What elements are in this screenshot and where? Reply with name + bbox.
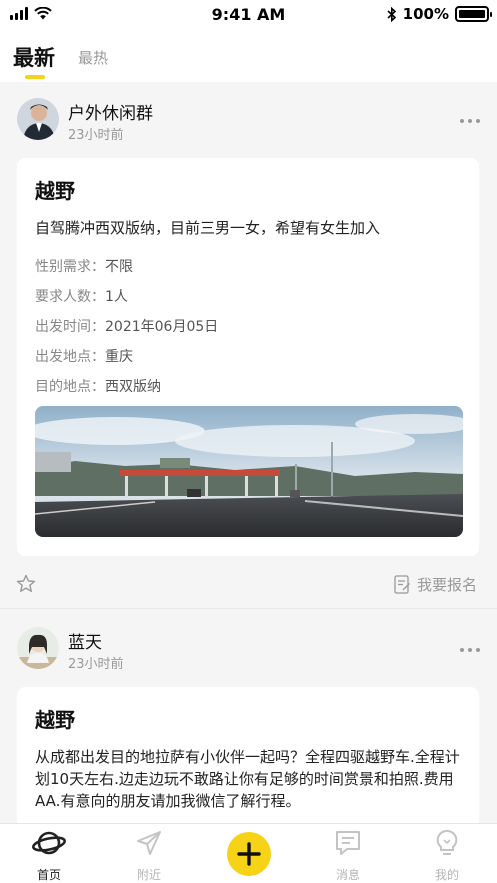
post-username[interactable]: 户外休闲群 — [68, 99, 153, 124]
battery-area: 100% — [387, 5, 492, 23]
tab-hot[interactable]: 最热 — [78, 47, 108, 68]
active-tab-indicator — [25, 75, 45, 79]
card-description: 从成都出发目的地拉萨有小伙伴一起吗？全程四驱越野车.全程计划10天左右.边走边玩… — [35, 748, 460, 810]
post-time: 23小时前 — [68, 128, 124, 143]
field-date: 出发时间：2021年06月05日 — [35, 319, 219, 335]
bluetooth-icon — [387, 6, 396, 22]
post-time: 23小时前 — [68, 657, 124, 672]
signup-button[interactable]: 我要报名 — [394, 574, 477, 595]
more-options-icon[interactable] — [460, 118, 480, 124]
nav-nearby[interactable]: 附近 — [109, 828, 189, 882]
planet-icon — [32, 831, 66, 855]
card-description: 自驾腾冲西双版纳，目前三男一女，希望有女生加入 — [35, 219, 381, 237]
signup-form-icon — [394, 575, 410, 594]
tab-latest[interactable]: 最新 — [13, 42, 55, 72]
battery-icon — [455, 6, 492, 22]
field-count: 要求人数：1人 — [35, 289, 128, 305]
publish-button[interactable] — [227, 832, 271, 876]
field-departure: 出发地点：重庆 — [35, 349, 133, 365]
field-destination: 目的地点：西双版纳 — [35, 379, 161, 395]
message-icon — [336, 831, 360, 855]
post-photo[interactable] — [35, 406, 463, 537]
post-actions: 我要报名 — [0, 566, 497, 606]
activity-card[interactable]: 越野 自驾腾冲西双版纳，目前三男一女，希望有女生加入 性别需求：不限 要求人数：… — [17, 158, 479, 556]
nav-messages[interactable]: 消息 — [308, 828, 388, 882]
card-title: 越野 — [35, 179, 75, 203]
more-options-icon[interactable] — [460, 647, 480, 653]
battery-percent: 100% — [402, 5, 449, 23]
card-title: 越野 — [35, 708, 75, 732]
nav-home[interactable]: 首页 — [9, 828, 89, 882]
plus-icon — [237, 842, 261, 866]
post-username[interactable]: 蓝天 — [68, 628, 102, 653]
post-card: 蓝天 23小时前 越野 从成都出发目的地拉萨有小伙伴一起吗？全程四驱越野车.全程… — [0, 611, 497, 847]
feed-tabs: 最新 最热 — [0, 30, 497, 82]
nav-label-messages: 消息 — [335, 868, 360, 882]
status-bar: 9:41 AM 100% — [0, 0, 497, 30]
avatar[interactable] — [17, 627, 59, 669]
signup-label: 我要报名 — [416, 576, 477, 594]
nav-label-mine: 我的 — [434, 868, 459, 882]
avatar[interactable] — [17, 98, 59, 140]
post-card: 户外休闲群 23小时前 越野 自驾腾冲西双版纳，目前三男一女，希望有女生加入 性… — [0, 82, 497, 610]
bottom-navigation: 首页 附近 消息 我的 — [0, 823, 497, 883]
nav-label-nearby: 附近 — [136, 868, 161, 882]
nav-label-home: 首页 — [36, 868, 61, 882]
bulb-icon — [436, 829, 458, 855]
field-gender: 性别需求：不限 — [35, 259, 133, 275]
favorite-star-icon[interactable] — [16, 574, 36, 593]
divider — [0, 608, 497, 609]
nav-mine[interactable]: 我的 — [407, 828, 487, 882]
send-icon — [137, 831, 161, 855]
